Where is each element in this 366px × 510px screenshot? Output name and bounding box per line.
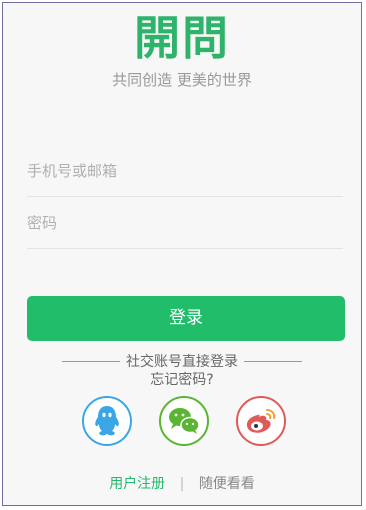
register-link[interactable]: 用户注册 <box>109 476 165 492</box>
password-input[interactable] <box>27 198 343 248</box>
app-logo: 開問 <box>134 11 230 65</box>
password-field-row <box>27 198 343 249</box>
footer-links: 用户注册 | 随便看看 <box>3 473 361 493</box>
wechat-icon <box>169 408 200 434</box>
footer-separator: | <box>179 476 185 492</box>
browse-link[interactable]: 随便看看 <box>199 476 255 492</box>
account-field-row <box>27 146 343 197</box>
login-button[interactable]: 登录 <box>27 296 345 341</box>
qq-login-button[interactable] <box>82 396 132 446</box>
slogan: 共同创造 更美的世界 <box>112 71 252 89</box>
weibo-icon <box>246 409 276 433</box>
weibo-login-button[interactable] <box>236 396 286 446</box>
divider-line-right <box>244 360 302 362</box>
login-screen: 開問 共同创造 更美的世界 登录 社交账号直接登录 忘记密码? <box>2 2 362 506</box>
wechat-login-button[interactable] <box>159 396 209 446</box>
qq-icon <box>95 406 119 436</box>
account-input[interactable] <box>27 146 343 196</box>
social-login-label: 社交账号直接登录 <box>126 354 238 370</box>
forgot-password-link[interactable]: 忘记密码? <box>3 369 361 389</box>
social-login-divider: 社交账号直接登录 <box>3 351 361 371</box>
divider-line-left <box>62 360 120 362</box>
